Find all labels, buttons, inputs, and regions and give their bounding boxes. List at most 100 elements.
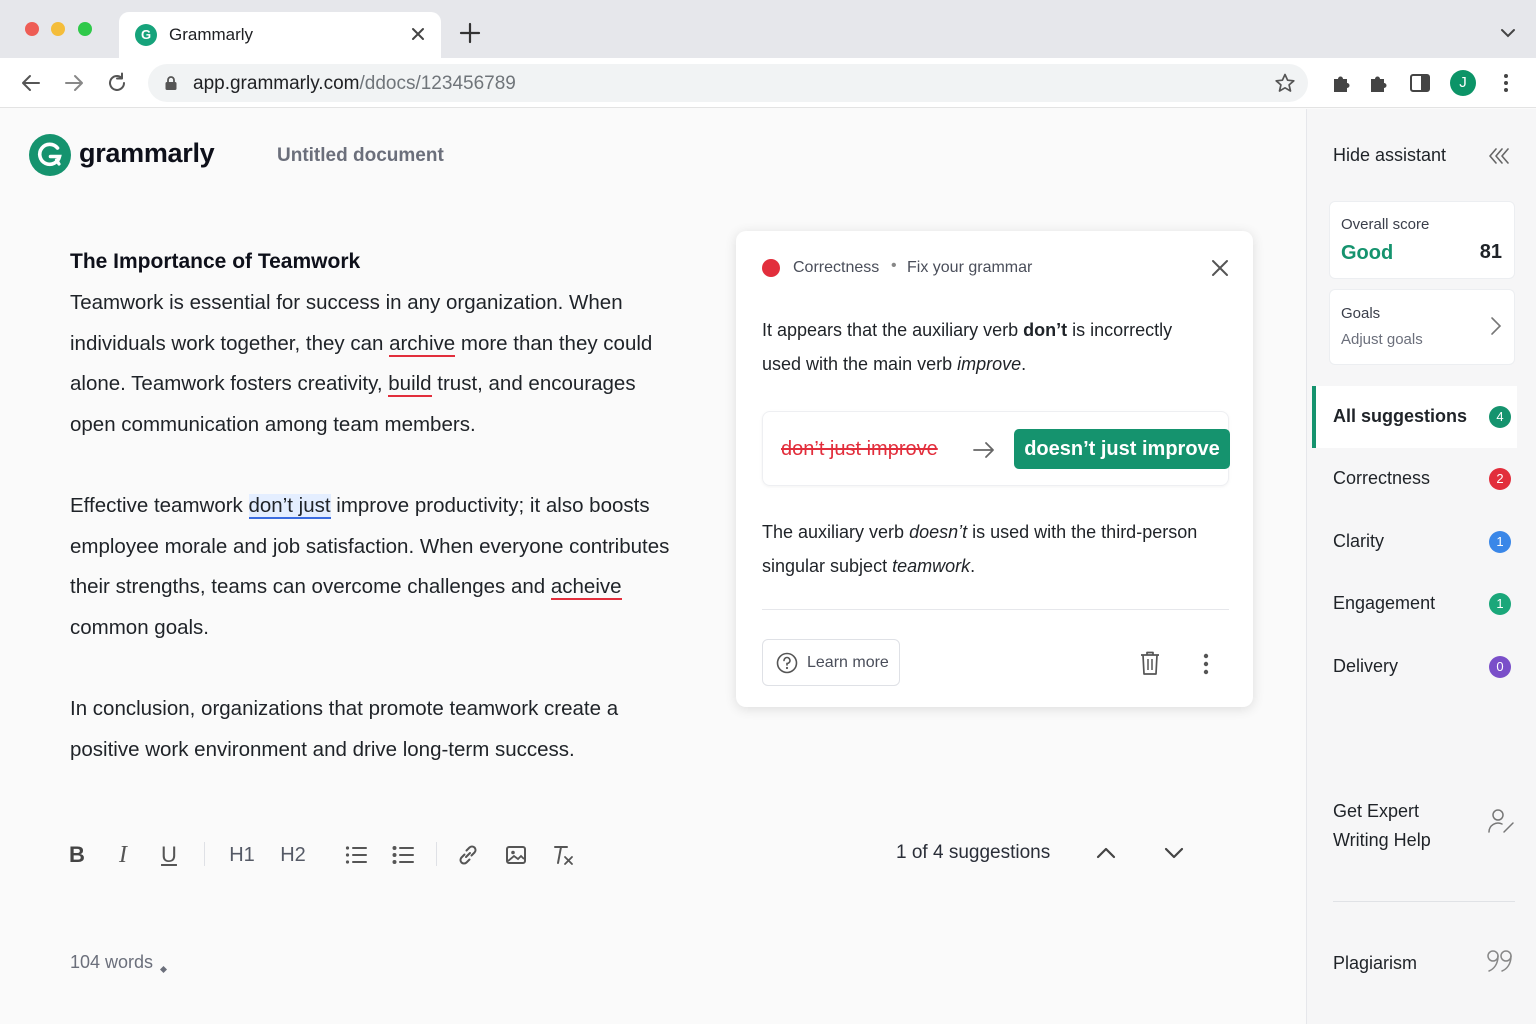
paragraph-3: In conclusion, organizations that promot… (70, 696, 619, 761)
grammarly-favicon-icon: G (135, 24, 157, 46)
sidebar-item-engagement[interactable]: Engagement 1 (1312, 573, 1517, 635)
more-options-icon[interactable] (1198, 651, 1214, 677)
text-run-italic: doesn’t (909, 522, 968, 542)
count-badge: 1 (1489, 593, 1511, 615)
sidebar-item-delivery[interactable]: Delivery 0 (1312, 636, 1517, 698)
bookmark-star-icon[interactable] (1274, 72, 1296, 94)
text-run: The auxiliary verb (762, 522, 910, 542)
tab-list-chevron-icon[interactable] (1497, 25, 1519, 41)
browser-tab-strip: G Grammarly (0, 0, 1536, 58)
accept-suggestion-button[interactable]: doesn’t just improve (1014, 429, 1230, 469)
expert-writing-help-button[interactable]: Get Expert Writing Help (1333, 797, 1463, 855)
paragraph-1: Teamwork is essential for success in any… (70, 283, 670, 445)
text-run: common goals. (70, 615, 210, 639)
forward-arrow-icon[interactable] (62, 71, 86, 95)
numbered-list-icon[interactable] (343, 840, 369, 870)
text-run: It appears that the auxiliary verb (762, 320, 1024, 340)
count-badge: 1 (1489, 531, 1511, 553)
address-bar[interactable]: app.grammarly.com/ddocs/123456789 (148, 64, 1308, 102)
suggestion-explanation: It appears that the auxiliary verb don’t… (762, 313, 1202, 381)
window-close-button[interactable] (25, 22, 39, 36)
learn-more-label: Learn more (807, 654, 889, 671)
active-suggestion-dont-just[interactable]: don’t just (248, 493, 331, 519)
sidebar-item-all-suggestions[interactable]: All suggestions 4 (1312, 386, 1517, 448)
profile-avatar[interactable]: J (1450, 70, 1476, 96)
suggestion-subtitle: Fix your grammar (907, 259, 1033, 276)
heading-2-icon[interactable]: H2 (277, 840, 309, 870)
suggestion-card: Correctness • Fix your grammar It appear… (736, 231, 1253, 707)
question-circle-icon (776, 652, 798, 674)
word-count[interactable]: 104 words (70, 952, 153, 973)
paragraph-2: Effective teamwork don’t just improve pr… (70, 486, 670, 648)
link-icon[interactable] (455, 840, 481, 870)
arrow-right-icon (972, 440, 996, 460)
tab-title: Grammarly (169, 25, 254, 44)
next-suggestion-chevron-down-icon[interactable] (1161, 840, 1187, 866)
italic-icon[interactable]: I (110, 840, 136, 870)
browser-menu-icon[interactable] (1496, 72, 1516, 94)
previous-suggestion-chevron-up-icon[interactable] (1093, 840, 1119, 866)
assistant-sidebar: Hide assistant Overall score Good 81 Goa… (1306, 109, 1536, 1024)
sidebar-item-clarity[interactable]: Clarity 1 (1312, 511, 1517, 573)
plagiarism-button[interactable]: Plagiarism (1333, 953, 1417, 974)
category-label: Delivery (1333, 656, 1399, 676)
image-icon[interactable] (503, 840, 529, 870)
suggestion-reason: The auxiliary verb doesn’t is used with … (762, 515, 1202, 583)
adjust-goals-label: Adjust goals (1341, 331, 1423, 348)
hide-assistant-button[interactable]: Hide assistant (1333, 145, 1446, 166)
double-chevron-left-icon[interactable] (1487, 147, 1509, 165)
side-panel-icon[interactable] (1408, 71, 1432, 95)
goals-label: Goals (1341, 305, 1381, 322)
underline-icon[interactable]: U (156, 840, 182, 870)
replacement-preview: don’t just improve doesn’t just improve (762, 411, 1230, 486)
chevron-right-icon (1490, 316, 1502, 336)
grammar-error-build[interactable]: build (388, 372, 432, 398)
tab-close-icon[interactable] (409, 23, 427, 45)
new-tab-plus-icon[interactable] (457, 20, 483, 46)
bulleted-list-icon[interactable] (390, 840, 416, 870)
document-title[interactable]: Untitled document (277, 145, 444, 167)
sidebar-divider (1333, 901, 1515, 902)
spelling-error-acheive[interactable]: acheive (550, 575, 622, 601)
suggestion-category: Correctness (793, 259, 880, 276)
word-count-caret-icon[interactable] (160, 960, 167, 973)
category-label: All suggestions (1333, 406, 1468, 426)
dismiss-trash-icon[interactable] (1139, 650, 1161, 676)
lock-icon[interactable] (164, 75, 178, 91)
reload-icon[interactable] (105, 71, 129, 95)
extension-puzzle-icon[interactable] (1330, 71, 1354, 95)
toolbar-divider (204, 842, 205, 866)
document-editor[interactable]: The Importance of Teamwork Teamwork is e… (70, 243, 670, 811)
window-minimize-button[interactable] (51, 22, 65, 36)
back-arrow-icon[interactable] (19, 71, 43, 95)
clear-formatting-icon[interactable] (550, 840, 578, 870)
grammarly-logo-icon[interactable] (29, 134, 71, 176)
count-badge: 2 (1489, 468, 1511, 490)
browser-tab-grammarly[interactable]: G Grammarly (119, 12, 441, 58)
goals-card[interactable]: Goals Adjust goals (1329, 289, 1515, 365)
category-separator: • (891, 257, 897, 274)
document-heading: The Importance of Teamwork (70, 250, 361, 273)
heading-1-icon[interactable]: H1 (226, 840, 258, 870)
learn-more-button[interactable]: Learn more (762, 639, 900, 686)
close-icon[interactable] (1209, 257, 1231, 279)
spelling-error-archive[interactable]: archive (389, 331, 456, 357)
bold-icon[interactable]: B (64, 840, 90, 870)
overall-score-card[interactable]: Overall score Good 81 (1329, 201, 1515, 279)
text-run: . (1021, 354, 1027, 374)
category-label: Engagement (1333, 593, 1436, 613)
window-zoom-button[interactable] (78, 22, 92, 36)
quote-marks-icon[interactable] (1485, 947, 1515, 975)
expert-user-pen-icon[interactable] (1487, 807, 1515, 835)
url-path: /ddocs/123456789 (359, 73, 516, 94)
count-badge: 0 (1489, 656, 1511, 678)
sidebar-item-correctness[interactable]: Correctness 2 (1312, 448, 1517, 510)
card-divider (762, 609, 1229, 610)
suggestion-counter: 1 of 4 suggestions (896, 842, 1051, 863)
extensions-icon[interactable] (1367, 71, 1391, 95)
overall-score-value: 81 (1479, 241, 1502, 263)
text-run: . (970, 556, 976, 576)
url-text[interactable]: app.grammarly.com/ddocs/123456789 (193, 73, 516, 95)
url-host: app.grammarly.com (193, 73, 360, 94)
original-text-strikethrough: don’t just improve (781, 438, 938, 460)
